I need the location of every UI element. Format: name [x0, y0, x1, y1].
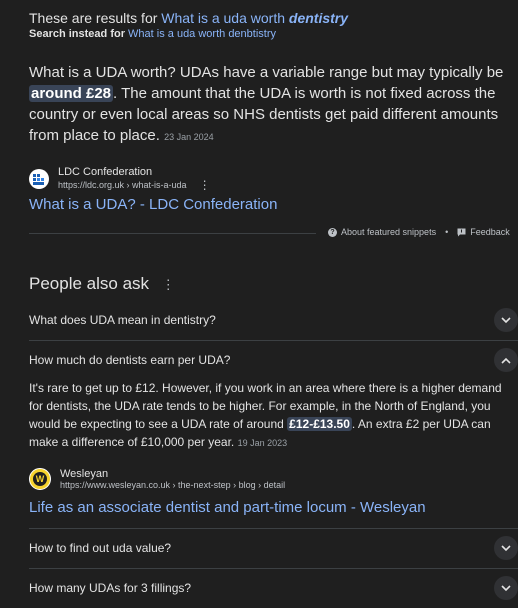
source-url: https://www.wesleyan.co.uk › the-next-st… — [60, 480, 286, 490]
feedback-icon — [457, 228, 466, 236]
answer-result-link[interactable]: Life as an associate dentist and part-ti… — [29, 499, 426, 516]
feedback-link[interactable]: Feedback — [470, 227, 510, 237]
search-instead-label: Search instead for — [29, 28, 125, 40]
snippet-footer: ? About featured snippets • Feedback — [328, 227, 510, 237]
corrected-query-link[interactable]: What is a uda worth dentistry — [161, 10, 348, 26]
chevron-up-icon[interactable] — [494, 348, 518, 372]
people-also-ask-title: People also ask ⋮ — [29, 274, 175, 293]
answer-date: 19 Jan 2023 — [237, 438, 288, 448]
snippet-date: 23 Jan 2024 — [164, 132, 214, 142]
spelling-correction: These are results for What is a uda wort… — [29, 10, 348, 26]
question-circle-icon: ? — [328, 227, 337, 237]
paa-answer-text: It's rare to get up to £12. However, if … — [29, 381, 502, 449]
answer-source[interactable]: W Wesleyan https://www.wesleyan.co.uk › … — [29, 468, 285, 490]
paa-question: How to find out uda value? — [29, 541, 172, 555]
search-instead: Search instead for What is a uda worth d… — [29, 28, 276, 40]
snippet-highlight: around £28 — [29, 85, 114, 102]
featured-snippet-text: What is a UDA worth? UDAs have a variabl… — [29, 64, 504, 144]
source-name: LDC Confederation — [58, 166, 153, 178]
answer-highlight: £12-£13.50 — [287, 417, 352, 431]
paa-question: How much do dentists earn per UDA? — [29, 353, 231, 367]
source-url: https://ldc.org.uk › what-is-a-uda — [58, 180, 187, 190]
more-options-icon[interactable]: ⋮ — [199, 178, 211, 192]
paa-question-row[interactable]: How many UDAs for 3 fillings? — [29, 568, 518, 608]
chevron-down-icon[interactable] — [494, 308, 518, 332]
wesleyan-favicon-icon: W — [29, 468, 51, 490]
source-name: Wesleyan — [60, 468, 109, 480]
snippet-divider — [29, 233, 316, 234]
chevron-down-icon[interactable] — [494, 536, 518, 560]
chevron-down-icon[interactable] — [494, 576, 518, 600]
snippet-result-link[interactable]: What is a UDA? - LDC Confederation — [29, 196, 277, 213]
paa-question: What does UDA mean in dentistry? — [29, 313, 216, 327]
paa-question-row-expanded[interactable]: How much do dentists earn per UDA? — [29, 340, 518, 380]
about-featured-snippets-link[interactable]: About featured snippets — [341, 227, 436, 237]
paa-question-row[interactable]: What does UDA mean in dentistry? — [29, 300, 518, 340]
paa-question: How many UDAs for 3 fillings? — [29, 581, 192, 595]
original-query-link[interactable]: What is a uda worth denbtistry — [128, 28, 276, 40]
footer-separator: • — [445, 227, 449, 237]
paa-more-icon[interactable]: ⋮ — [162, 277, 175, 292]
paa-question-row[interactable]: How to find out uda value? — [29, 528, 518, 568]
snippet-source[interactable]: LDC Confederation https://ldc.org.uk › w… — [29, 166, 211, 192]
ldc-favicon-icon — [29, 169, 49, 189]
correction-prefix: These are results for — [29, 10, 158, 26]
